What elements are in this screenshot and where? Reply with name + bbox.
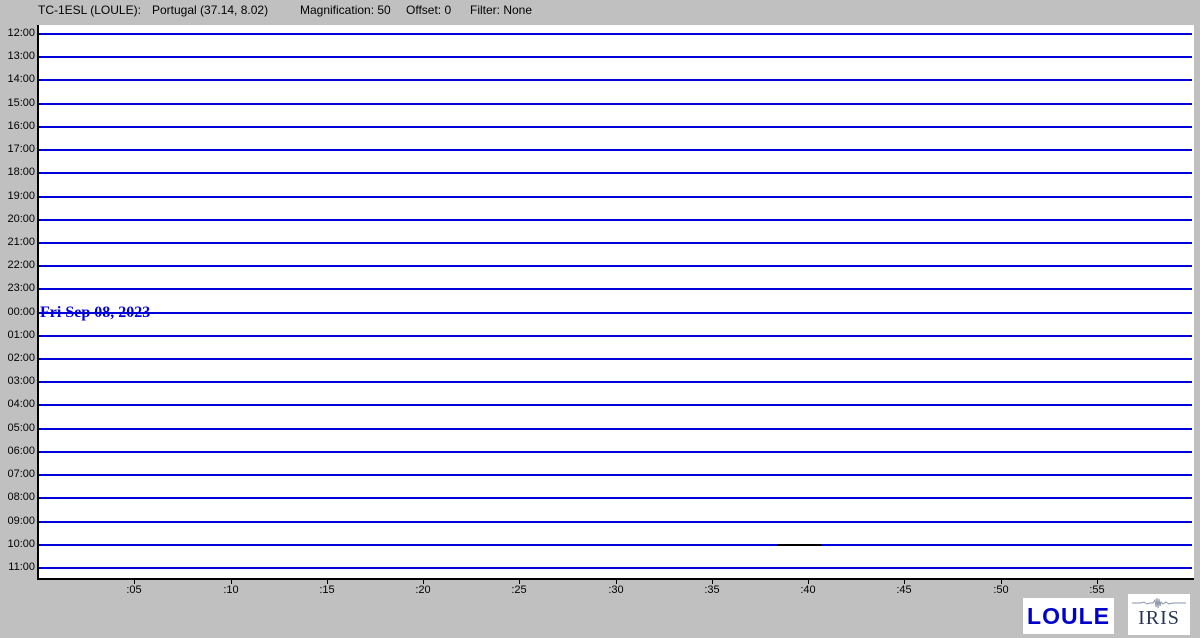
hour-label: 13:00 [0, 50, 35, 63]
minute-tick-label: :55 [1077, 584, 1117, 597]
trace-row [39, 404, 1192, 406]
hour-label: 01:00 [0, 329, 35, 342]
iris-logo-text: IRIS [1128, 607, 1190, 629]
hour-label: 23:00 [0, 282, 35, 295]
station-button[interactable]: LOULE [1023, 598, 1114, 634]
trace-row [39, 126, 1192, 128]
trace-row [39, 381, 1192, 383]
iris-logo[interactable]: IRIS [1128, 594, 1190, 635]
offset-label: Offset: 0 [406, 3, 451, 17]
minute-tick-label: :25 [499, 584, 539, 597]
trace-row [39, 103, 1192, 105]
station-location-label: Portugal (37.14, 8.02) [152, 3, 268, 17]
minute-tick-label: :15 [307, 584, 347, 597]
trace-row [39, 567, 1192, 569]
hour-label: 11:00 [0, 561, 35, 574]
hour-label: 21:00 [0, 236, 35, 249]
trace-row [39, 521, 1192, 523]
filter-label: Filter: None [470, 3, 532, 17]
hour-label: 00:00 [0, 306, 35, 319]
trace-row [39, 265, 1192, 267]
date-annotation: Fri Sep 08, 2023 [40, 304, 150, 322]
hour-label: 18:00 [0, 166, 35, 179]
minute-tick-label: :10 [211, 584, 251, 597]
hour-label: 03:00 [0, 375, 35, 388]
hour-label: 07:00 [0, 468, 35, 481]
hour-label: 08:00 [0, 491, 35, 504]
trace-row [39, 474, 1192, 476]
hour-label: 14:00 [0, 73, 35, 86]
hour-label: 22:00 [0, 259, 35, 272]
trace-row [39, 544, 1192, 546]
minute-tick-label: :35 [692, 584, 732, 597]
hour-label: 12:00 [0, 27, 35, 40]
minute-tick-label: :45 [884, 584, 924, 597]
trace-row [39, 312, 1192, 314]
hour-label: 06:00 [0, 445, 35, 458]
trace-row [39, 358, 1192, 360]
hour-label: 17:00 [0, 143, 35, 156]
hour-label: 10:00 [0, 538, 35, 551]
minute-tick-label: :50 [981, 584, 1021, 597]
trace-row [39, 219, 1192, 221]
hour-label: 09:00 [0, 515, 35, 528]
trace-row [39, 497, 1192, 499]
minute-tick-label: :20 [403, 584, 443, 597]
magnification-label: Magnification: 50 [300, 3, 391, 17]
trace-row [39, 335, 1192, 337]
hour-label: 19:00 [0, 190, 35, 203]
hour-label: 02:00 [0, 352, 35, 365]
trace-row [39, 79, 1192, 81]
data-gap-segment [777, 544, 821, 546]
hour-label: 16:00 [0, 120, 35, 133]
trace-row [39, 428, 1192, 430]
trace-row [39, 33, 1192, 35]
trace-row [39, 149, 1192, 151]
station-id-label: TC-1ESL (LOULE): [38, 3, 141, 17]
station-monitor-window: TC-1ESL (LOULE): Portugal (37.14, 8.02) … [0, 0, 1200, 638]
trace-row [39, 172, 1192, 174]
minute-tick-label: :40 [788, 584, 828, 597]
trace-row [39, 196, 1192, 198]
minute-tick-label: :30 [596, 584, 636, 597]
hour-label: 05:00 [0, 422, 35, 435]
hour-label: 04:00 [0, 398, 35, 411]
trace-row [39, 288, 1192, 290]
hour-label: 20:00 [0, 213, 35, 226]
trace-row [39, 451, 1192, 453]
minute-tick-label: :05 [114, 584, 154, 597]
hour-label: 15:00 [0, 97, 35, 110]
trace-row [39, 242, 1192, 244]
trace-row [39, 56, 1192, 58]
